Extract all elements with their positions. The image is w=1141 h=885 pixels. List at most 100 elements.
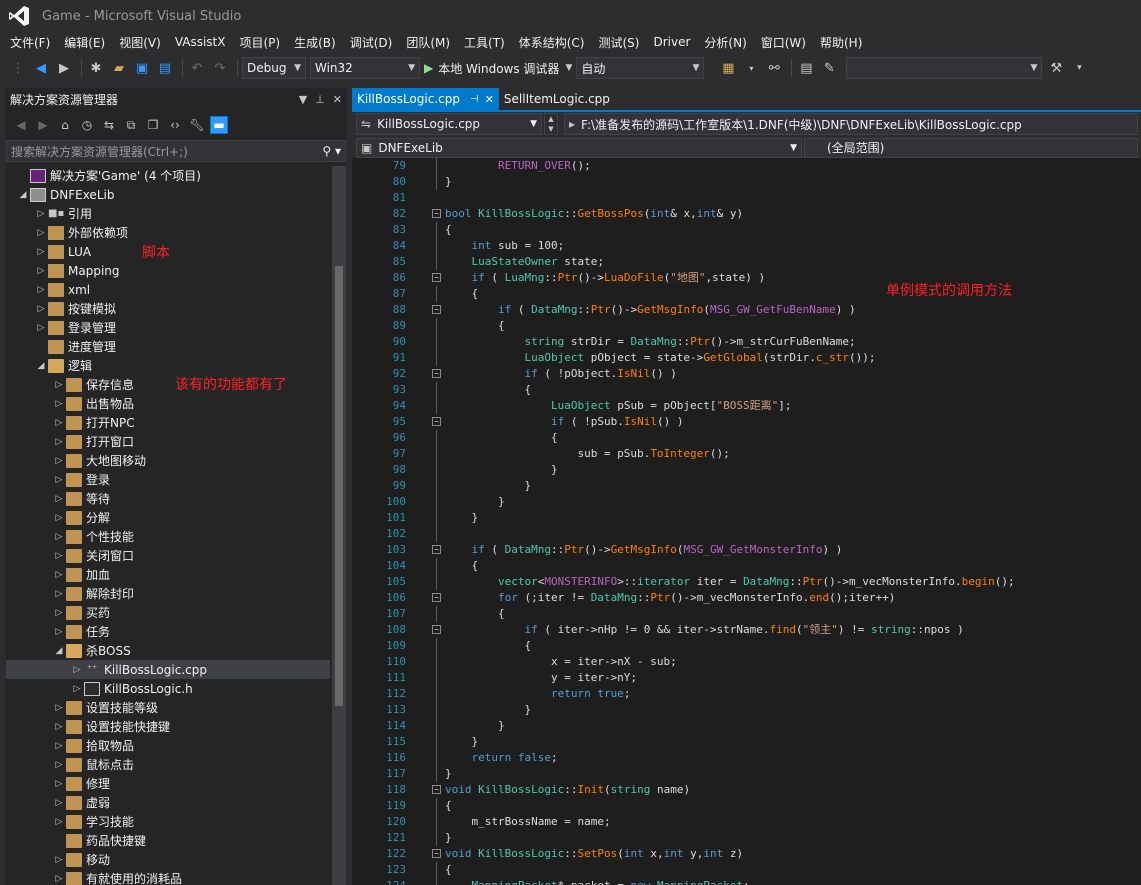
tab-killbosslogic[interactable]: KillBossLogic.cpp ⊣ ✕ — [352, 88, 499, 110]
sync-icon[interactable]: ⇆ — [100, 116, 118, 134]
tree-item[interactable]: ▷ 打开窗口 — [6, 432, 330, 451]
code-line[interactable]: 83 { — [352, 222, 1141, 238]
navigate-back-icon[interactable]: ◀ — [31, 58, 51, 78]
tree-item[interactable]: ▷ 分解 — [6, 508, 330, 527]
start-debugging-button[interactable]: ▶ 本地 Windows 调试器 ▼ — [424, 60, 572, 77]
code-line[interactable]: 82 − bool KillBossLogic::GetBossPos(int& x… — [352, 206, 1141, 222]
expand-arrow-icon[interactable]: ▷ — [52, 703, 66, 713]
tree-item[interactable]: ▷ 登录管理 — [6, 318, 330, 337]
expand-arrow-icon[interactable]: ▷ — [52, 475, 66, 485]
split-arrows-icon[interactable]: ▲ ▼ — [544, 113, 558, 135]
fold-toggle-icon[interactable]: − — [432, 593, 441, 602]
clear-icon[interactable]: ✎ — [819, 58, 839, 78]
undo-icon[interactable]: ↶ — [187, 58, 207, 78]
platform-select[interactable]: Win32 ▼ — [310, 57, 420, 79]
save-icon[interactable]: ▣ — [132, 58, 152, 78]
expand-arrow-icon[interactable]: ▷ — [52, 589, 66, 599]
tree-item[interactable]: ▷ 设置技能等级 — [6, 698, 330, 717]
fold-toggle-icon[interactable]: − — [432, 273, 441, 282]
window-position-icon[interactable]: ▼ — [299, 93, 307, 106]
menu-item[interactable]: 项目(P) — [233, 34, 286, 51]
menu-item[interactable]: 体系结构(C) — [513, 34, 591, 51]
tree-item[interactable]: ▷ 买药 — [6, 603, 330, 622]
expand-arrow-icon[interactable]: ▷ — [52, 513, 66, 523]
save-all-icon[interactable]: ▤ — [155, 58, 175, 78]
code-line[interactable]: 117} — [352, 766, 1141, 782]
tree-item[interactable]: ▷ 打开NPC — [6, 413, 330, 432]
code-line[interactable]: 85 LuaStateOwner state; — [352, 254, 1141, 270]
back-icon[interactable]: ◀ — [12, 116, 30, 134]
tab-sellitemlogic[interactable]: SellItemLogic.cpp — [499, 88, 615, 110]
solution-explorer-scrollbar[interactable] — [332, 166, 346, 885]
tree-item[interactable]: ▷ 虚弱 — [6, 793, 330, 812]
project-scope-select[interactable]: ▣ DNFExeLib ▼ — [356, 137, 802, 158]
code-line[interactable]: 87 { — [352, 286, 1141, 302]
expand-arrow-icon[interactable]: ▷ — [52, 741, 66, 751]
code-line[interactable]: 103 − if ( DataMng::Ptr()->GetMsgInfo(MSG… — [352, 542, 1141, 558]
pin-icon[interactable]: ⊣ — [470, 94, 479, 105]
code-line[interactable]: 118 − void KillBossLogic::Init(string name… — [352, 782, 1141, 798]
expand-arrow-icon[interactable]: ▷ — [34, 209, 48, 219]
tree-item[interactable]: ▷ 外部依赖项 — [6, 223, 330, 242]
run-mode-select[interactable]: 自动 ▼ — [576, 57, 705, 79]
code-line[interactable]: 86 − if ( LuaMng::Ptr()->LuaDoFile("地图",s… — [352, 270, 1141, 286]
code-line[interactable]: 97 sub = pSub.ToInteger(); — [352, 446, 1141, 462]
configuration-select[interactable]: Debug ▼ — [242, 57, 306, 79]
tree-item[interactable]: ▷ xml — [6, 280, 330, 299]
code-line[interactable]: 89 { — [352, 318, 1141, 334]
code-line[interactable]: 101 } — [352, 510, 1141, 526]
tree-item[interactable]: ▷ 加血 — [6, 565, 330, 584]
code-line[interactable]: 96 { — [352, 430, 1141, 446]
expanded-arrow-icon[interactable]: ◢ — [34, 361, 48, 371]
code-line[interactable]: 88 − if ( DataMng::Ptr()->GetMsgInfo(MSG_… — [352, 302, 1141, 318]
tree-item[interactable]: ◢ 逻辑 — [6, 356, 330, 375]
code-line[interactable]: 91 LuaObject pObject = state->GetGlobal(… — [352, 350, 1141, 366]
expand-arrow-icon[interactable]: ▷ — [52, 399, 66, 409]
code-line[interactable]: 124 MappingPacket* packet = new MappingP… — [352, 878, 1141, 885]
fold-toggle-icon[interactable]: − — [432, 209, 441, 218]
code-line[interactable]: 119 { — [352, 798, 1141, 814]
properties-icon[interactable]: 🔧︎ — [188, 116, 206, 134]
tree-item[interactable]: 进度管理 — [6, 337, 330, 356]
expand-arrow-icon[interactable]: ▷ — [34, 247, 48, 257]
show-all-files-icon[interactable]: ❐ — [144, 116, 162, 134]
menu-item[interactable]: 工具(T) — [458, 34, 511, 51]
fold-toggle-icon[interactable]: − — [432, 305, 441, 314]
expand-arrow-icon[interactable]: ▷ — [52, 722, 66, 732]
code-line[interactable]: 90 string strDir = DataMng::Ptr()->m_str… — [352, 334, 1141, 350]
open-file-icon[interactable]: ▰ — [109, 58, 129, 78]
history-icon[interactable]: ◷ — [78, 116, 96, 134]
code-line[interactable]: 100 } — [352, 494, 1141, 510]
code-line[interactable]: 108 − if ( iter->nHp != 0 && iter->strNam… — [352, 622, 1141, 638]
close-tab-icon[interactable]: ✕ — [485, 93, 494, 106]
output-window-icon[interactable]: ▤ — [796, 58, 816, 78]
menu-item[interactable]: 生成(B) — [288, 34, 342, 51]
fold-toggle-icon[interactable]: − — [432, 545, 441, 554]
tree-item[interactable]: ◢ 杀BOSS — [6, 641, 330, 660]
code-line[interactable]: 111 y = iter->nY; — [352, 670, 1141, 686]
expand-arrow-icon[interactable]: ▷ — [52, 551, 66, 561]
toolbar-overflow-icon[interactable]: ▾ — [1069, 58, 1089, 78]
menu-item[interactable]: 调试(D) — [344, 34, 399, 51]
tree-item[interactable]: ▷ Mapping — [6, 261, 330, 280]
forward-icon[interactable]: ▶ — [34, 116, 52, 134]
menu-item[interactable]: 窗口(W) — [755, 34, 812, 51]
expanded-arrow-icon[interactable]: ◢ — [52, 646, 66, 656]
code-line[interactable]: 122 − void KillBossLogic::SetPos(int x,int… — [352, 846, 1141, 862]
structure-icon[interactable]: ⚯ — [764, 58, 784, 78]
find-in-files-icon[interactable]: ▦ — [718, 58, 738, 78]
toolbar-search-combo[interactable]: ▼ — [846, 57, 1043, 79]
expand-arrow-icon[interactable]: ▷ — [52, 817, 66, 827]
code-line[interactable]: 99 } — [352, 478, 1141, 494]
code-line[interactable]: 106 − for (;iter != DataMng::Ptr()->m_vec… — [352, 590, 1141, 606]
menu-item[interactable]: 文件(F) — [4, 34, 56, 51]
code-line[interactable]: 102 — [352, 526, 1141, 542]
tree-item[interactable]: ▷ 学习技能 — [6, 812, 330, 831]
expand-arrow-icon[interactable]: ▷ — [52, 779, 66, 789]
expand-arrow-icon[interactable]: ▷ — [52, 532, 66, 542]
tree-item[interactable]: ▷ 解除封印 — [6, 584, 330, 603]
expanded-arrow-icon[interactable]: ◢ — [16, 190, 30, 200]
code-line[interactable]: 112 return true; — [352, 686, 1141, 702]
expand-arrow-icon[interactable]: ▷ — [52, 380, 66, 390]
menu-item[interactable]: VAssistX — [169, 35, 232, 49]
